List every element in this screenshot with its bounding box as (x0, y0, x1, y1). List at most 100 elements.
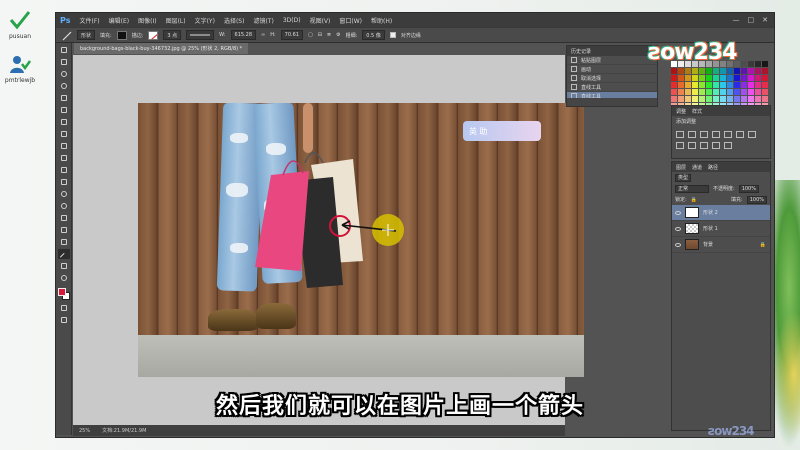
desktop-icon-pusuan[interactable]: pusuan (3, 8, 37, 40)
foreground-color-swatch[interactable] (57, 288, 66, 296)
photo-filter-icon[interactable] (688, 142, 696, 149)
swatch-grid[interactable] (671, 61, 771, 109)
crop-tool-icon[interactable] (58, 93, 70, 103)
swatch-cell[interactable] (706, 96, 712, 102)
layer-row-background[interactable]: 背景 🔒 (672, 237, 770, 253)
swatch-cell[interactable] (748, 75, 754, 81)
minimize-button[interactable]: — (733, 16, 740, 24)
swatch-cell[interactable] (755, 68, 761, 74)
blend-mode-select[interactable]: 正常 (675, 184, 709, 193)
visibility-eye-icon[interactable] (675, 210, 681, 215)
swatch-cell[interactable] (748, 61, 754, 67)
history-panel-header[interactable]: 历史记录 (567, 46, 657, 56)
visibility-eye-icon[interactable] (675, 226, 681, 231)
exposure-icon[interactable] (712, 131, 720, 138)
type-tool-icon[interactable] (58, 225, 70, 235)
menu-view[interactable]: 视图(V) (310, 16, 331, 25)
link-icon[interactable]: ∞ (261, 32, 265, 38)
menu-3d[interactable]: 3D(D) (283, 17, 301, 24)
swatch-cell[interactable] (734, 96, 740, 102)
document-image[interactable]: 英 助 (138, 103, 584, 377)
swatch-cell[interactable] (692, 96, 698, 102)
swatch-cell[interactable] (699, 75, 705, 81)
swatch-cell[interactable] (755, 82, 761, 88)
vibrance-icon[interactable] (724, 131, 732, 138)
swatch-cell[interactable] (671, 68, 677, 74)
path-select-tool-icon[interactable] (58, 237, 70, 247)
stamp-tool-icon[interactable] (58, 141, 70, 151)
zoom-tool-icon[interactable] (58, 273, 70, 283)
swatch-cell[interactable] (741, 61, 747, 67)
swatch-cell[interactable] (692, 82, 698, 88)
lock-icon[interactable]: 🔒 (691, 197, 697, 203)
healing-tool-icon[interactable] (58, 117, 70, 127)
history-row[interactable]: 直线工具 (567, 83, 657, 92)
swatch-cell[interactable] (699, 68, 705, 74)
layer-kind-select[interactable]: 类型 (675, 173, 692, 182)
swatch-cell[interactable] (685, 75, 691, 81)
pen-tool-icon[interactable] (58, 213, 70, 223)
h-input[interactable]: 70.61 (280, 30, 303, 40)
tab-channels[interactable]: 通道 (692, 164, 702, 171)
menu-filter[interactable]: 滤镜(T) (253, 16, 273, 25)
swatch-cell[interactable] (720, 75, 726, 81)
swatch-cell[interactable] (685, 96, 691, 102)
menu-edit[interactable]: 编辑(E) (109, 16, 129, 25)
line-shape-tool-icon[interactable] (57, 249, 70, 262)
zoom-level[interactable]: 25% (79, 428, 90, 434)
swatch-cell[interactable] (734, 68, 740, 74)
maximize-button[interactable]: □ (748, 16, 755, 24)
posterize-icon[interactable] (724, 142, 732, 149)
menu-help[interactable]: 帮助(H) (371, 16, 392, 25)
screen-mode-icon[interactable] (58, 315, 70, 325)
swatch-cell[interactable] (685, 68, 691, 74)
swatch-cell[interactable] (727, 75, 733, 81)
swatch-cell[interactable] (727, 89, 733, 95)
swatch-cell[interactable] (755, 61, 761, 67)
history-row[interactable]: 粘贴图层 (567, 56, 657, 65)
fill-input[interactable]: 100% (746, 195, 767, 204)
swatch-cell[interactable] (748, 68, 754, 74)
swatch-cell[interactable] (755, 96, 761, 102)
eyedropper-tool-icon[interactable] (58, 105, 70, 115)
swatch-cell[interactable] (706, 82, 712, 88)
swatch-cell[interactable] (671, 89, 677, 95)
visibility-eye-icon[interactable] (675, 242, 681, 247)
invert-icon[interactable] (712, 142, 720, 149)
swatch-cell[interactable] (734, 82, 740, 88)
tab-styles[interactable]: 样式 (692, 108, 702, 115)
swatch-cell[interactable] (678, 68, 684, 74)
color-swatches[interactable] (57, 287, 71, 301)
swatch-cell[interactable] (671, 96, 677, 102)
swatch-cell[interactable] (671, 82, 677, 88)
desktop-icon-pmtrlewjb[interactable]: pmtrlewjb (3, 52, 37, 84)
levels-icon[interactable] (688, 131, 696, 138)
color-balance-icon[interactable] (748, 131, 756, 138)
blur-tool-icon[interactable] (58, 189, 70, 199)
gradient-tool-icon[interactable] (58, 177, 70, 187)
path-arrange-icon[interactable]: ≣ (327, 32, 331, 38)
swatch-cell[interactable] (741, 96, 747, 102)
brush-tool-icon[interactable] (58, 129, 70, 139)
dodge-tool-icon[interactable] (58, 201, 70, 211)
path-ops-icon[interactable]: ▢ (308, 32, 313, 38)
swatch-cell[interactable] (762, 75, 768, 81)
swatch-cell[interactable] (734, 89, 740, 95)
history-row[interactable]: 取消选择 (567, 74, 657, 83)
swatch-cell[interactable] (692, 68, 698, 74)
tool-mode-select[interactable]: 形状 (77, 30, 96, 40)
swatch-cell[interactable] (699, 89, 705, 95)
channel-mixer-icon[interactable] (700, 142, 708, 149)
swatch-cell[interactable] (720, 82, 726, 88)
swatch-cell[interactable] (727, 82, 733, 88)
swatch-cell[interactable] (678, 75, 684, 81)
layer-row-shape2[interactable]: 形状 2 (672, 205, 770, 221)
hue-icon[interactable] (736, 131, 744, 138)
weight-input[interactable]: 0.5 像 (362, 30, 385, 40)
swatch-cell[interactable] (741, 68, 747, 74)
history-row[interactable]: 画动 (567, 65, 657, 74)
align-edges-checkbox[interactable] (389, 32, 396, 38)
swatch-cell[interactable] (706, 75, 712, 81)
swatch-cell[interactable] (762, 68, 768, 74)
menu-file[interactable]: 文件(F) (79, 16, 99, 25)
